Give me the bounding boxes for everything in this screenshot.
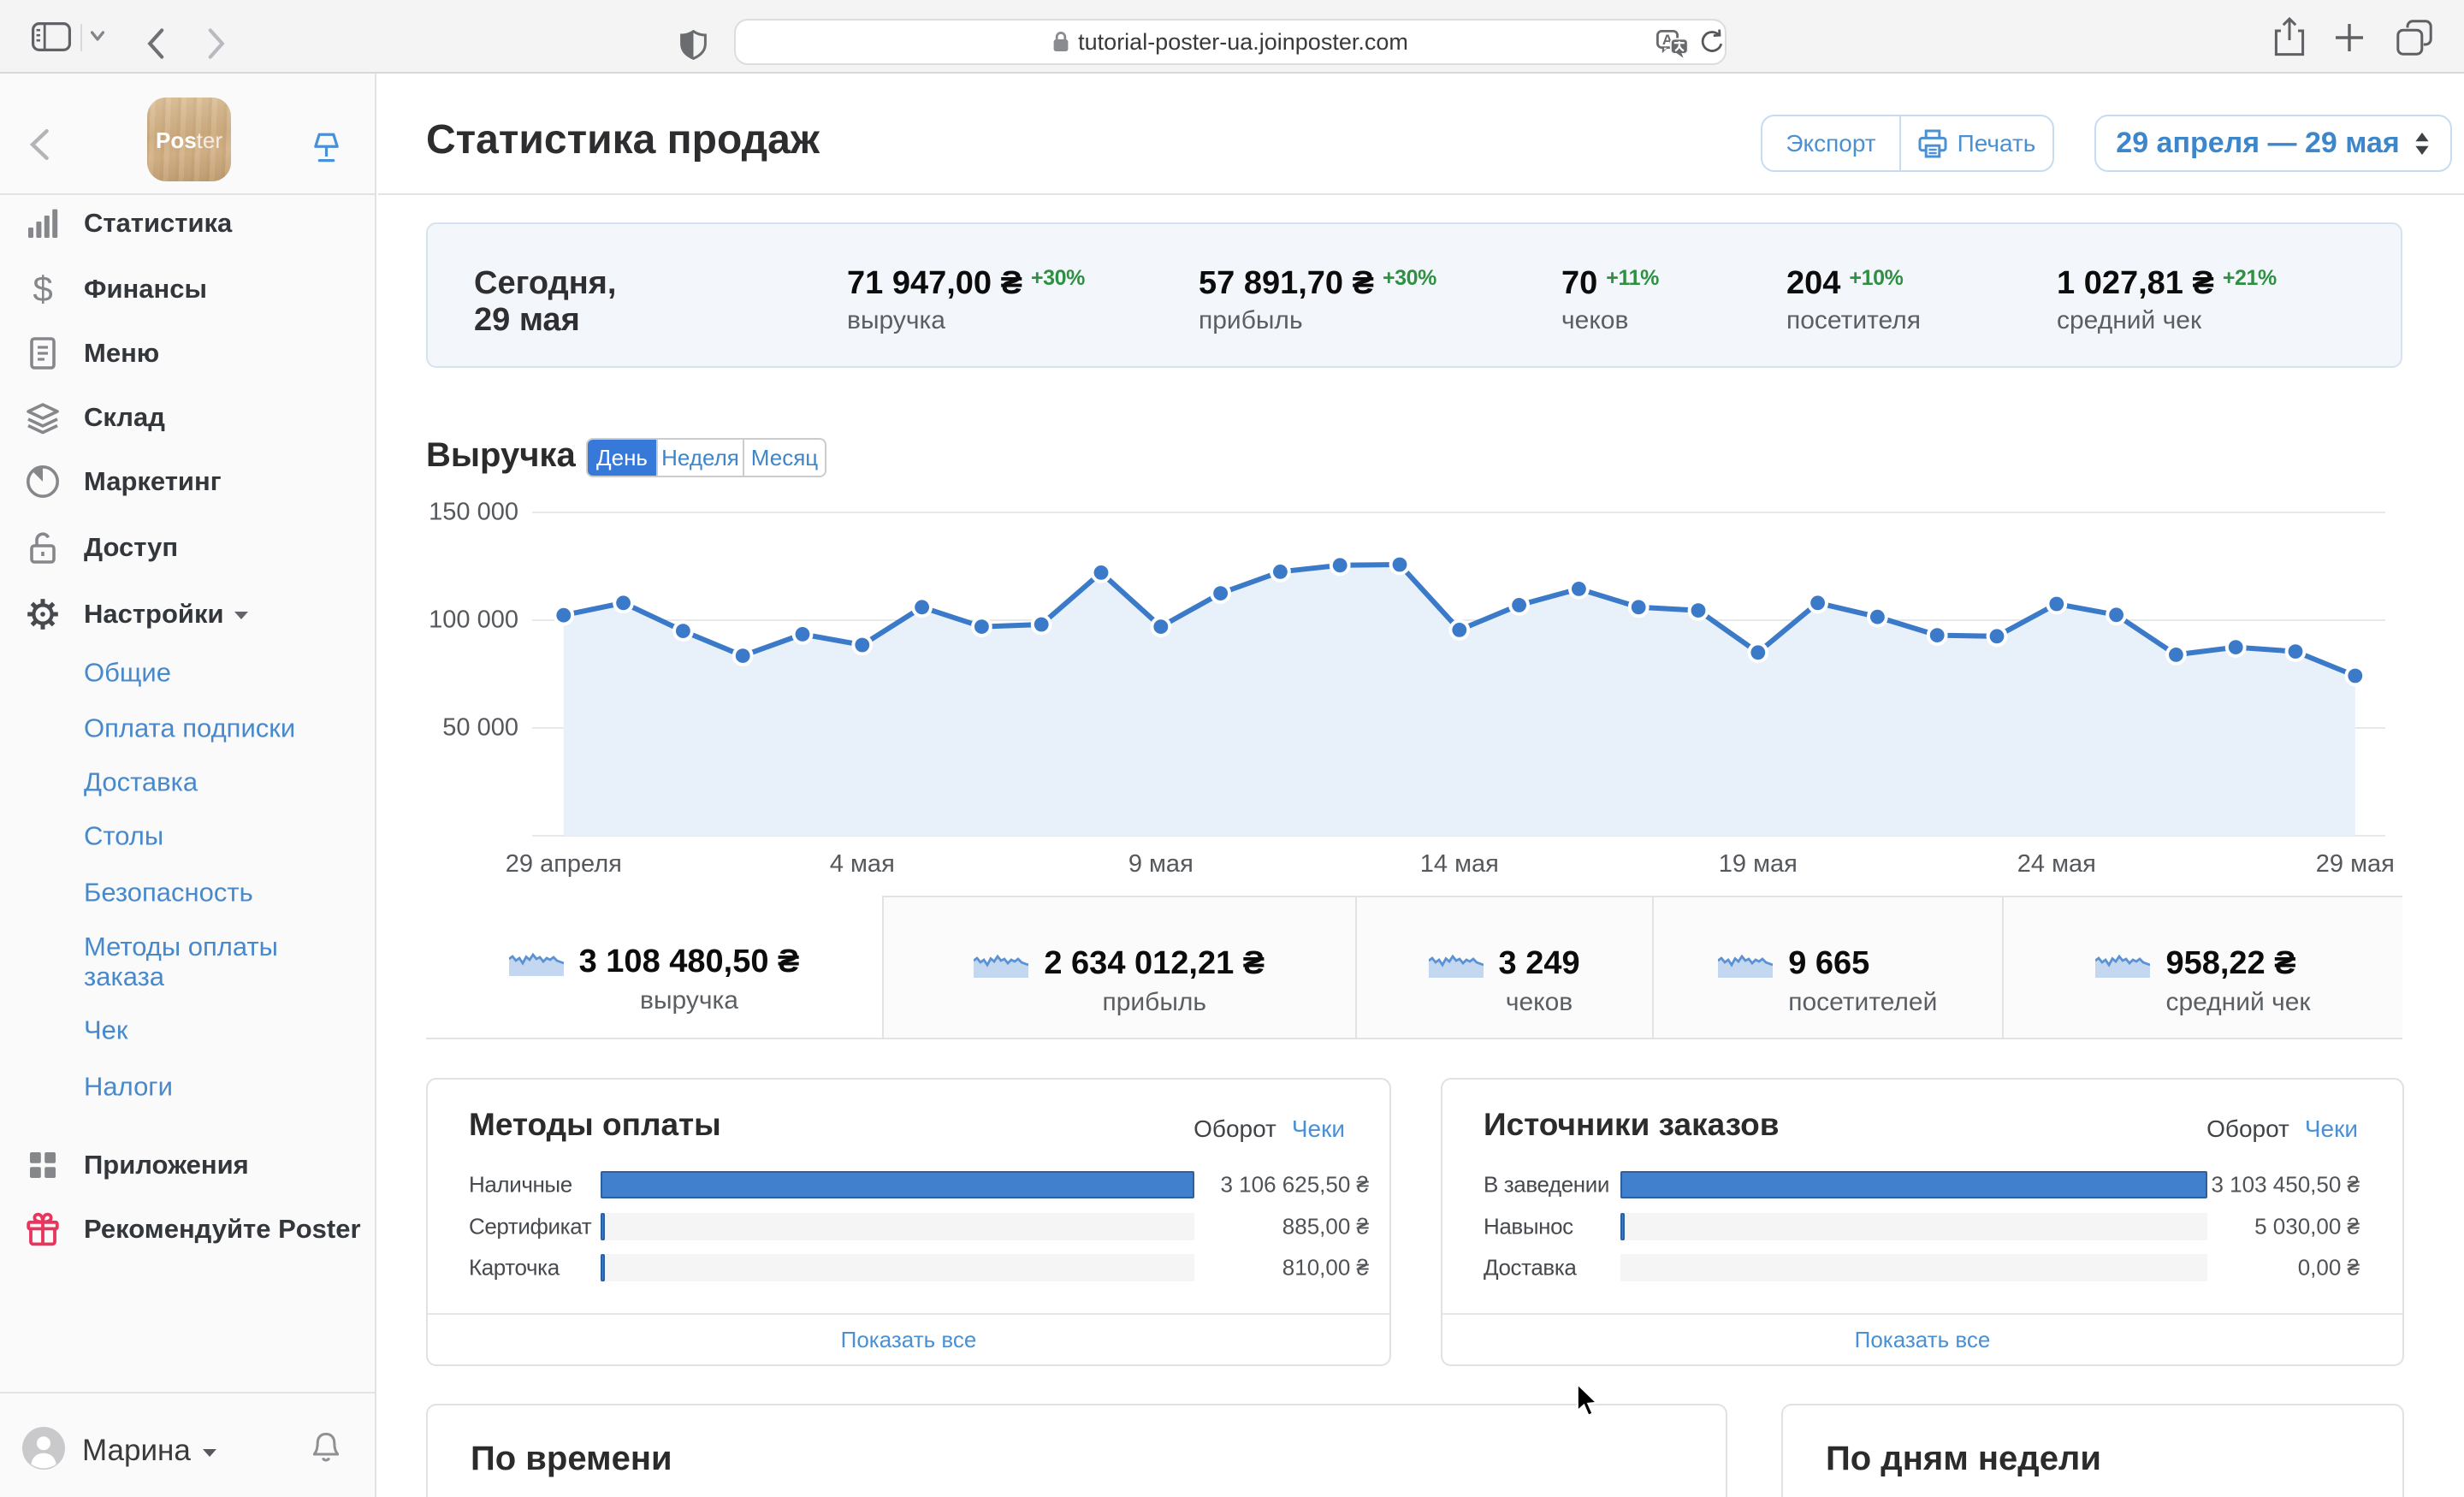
svg-text:$: $	[33, 270, 52, 308]
